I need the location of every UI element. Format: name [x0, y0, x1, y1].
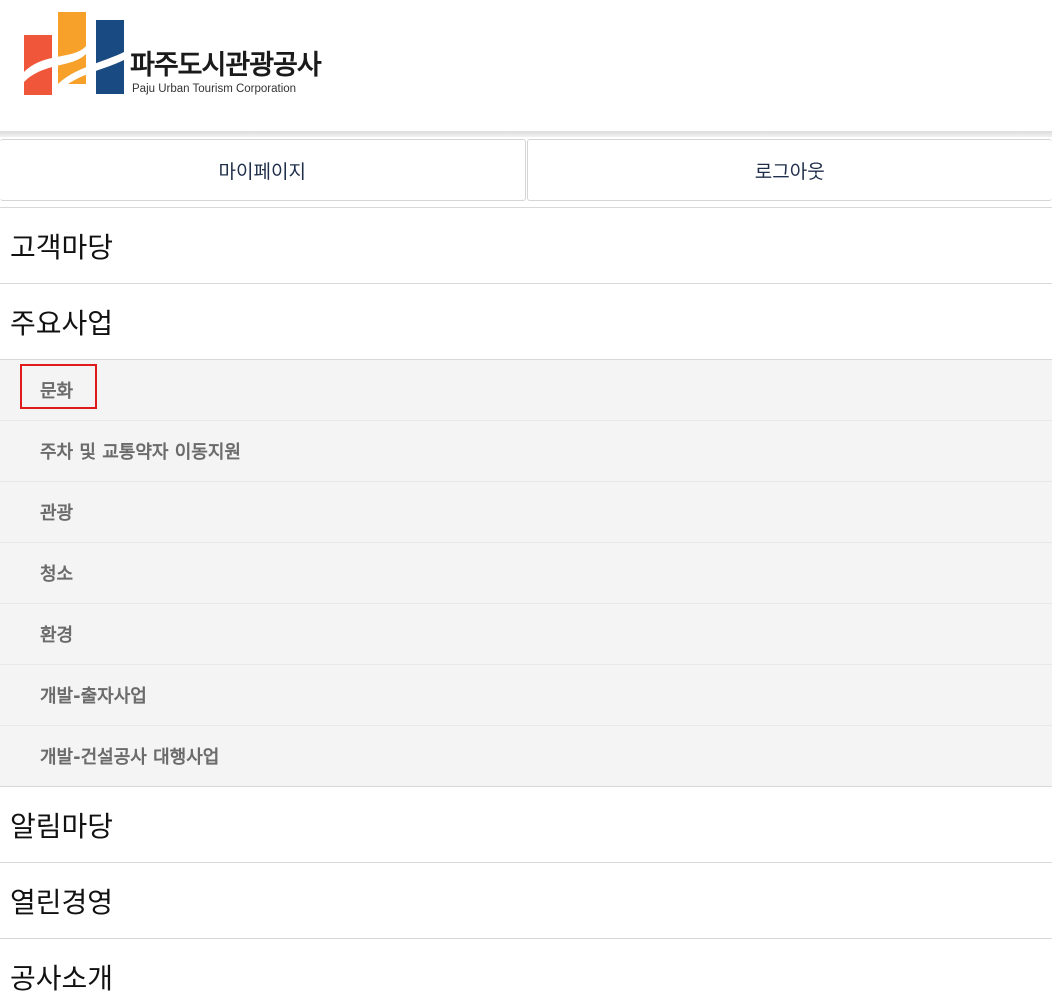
submenu-item-label: 환경	[40, 625, 74, 646]
submenu-business: 문화 주차 및 교통약자 이동지원 관광 청소 환경 개발-출자사업 개발-건설…	[0, 360, 1052, 787]
logo-korean-text: 파주도시관광공사	[130, 50, 322, 81]
submenu-item-development-investment[interactable]: 개발-출자사업	[0, 665, 1052, 726]
header-divider	[0, 131, 1052, 137]
menu-item-business[interactable]: 주요사업	[0, 284, 1052, 360]
top-button-bar: 마이페이지 로그아웃	[0, 139, 1052, 205]
submenu-item-label: 관광	[40, 503, 74, 524]
menu-item-notice[interactable]: 알림마당	[0, 787, 1052, 863]
submenu-item-label: 개발-건설공사 대행사업	[40, 747, 220, 768]
menu-item-customer[interactable]: 고객마당	[0, 208, 1052, 284]
page: 파주도시관광공사 Paju Urban Tourism Corporation …	[0, 0, 1052, 1007]
logout-button[interactable]: 로그아웃	[526, 139, 1052, 201]
menu-item-about[interactable]: 공사소개	[0, 939, 1052, 1007]
submenu-item-label: 개발-출자사업	[40, 686, 147, 707]
submenu-item-label: 청소	[40, 564, 74, 585]
logo-english-text: Paju Urban Tourism Corporation	[132, 83, 297, 95]
submenu-item-parking-transport[interactable]: 주차 및 교통약자 이동지원	[0, 421, 1052, 482]
submenu-item-cleaning[interactable]: 청소	[0, 543, 1052, 604]
menu-item-management[interactable]: 열린경영	[0, 863, 1052, 939]
logo-link[interactable]: 파주도시관광공사 Paju Urban Tourism Corporation	[24, 12, 344, 98]
submenu-item-tourism[interactable]: 관광	[0, 482, 1052, 543]
main-menu: 고객마당 주요사업 문화 주차 및 교통약자 이동지원 관광 청소 환경 개발-…	[0, 207, 1052, 1007]
submenu-item-label: 주차 및 교통약자 이동지원	[40, 442, 241, 463]
mypage-button[interactable]: 마이페이지	[0, 139, 526, 201]
submenu-item-environment[interactable]: 환경	[0, 604, 1052, 665]
header: 파주도시관광공사 Paju Urban Tourism Corporation	[0, 0, 1052, 131]
submenu-item-culture[interactable]: 문화	[0, 360, 1052, 421]
submenu-item-development-construction[interactable]: 개발-건설공사 대행사업	[0, 726, 1052, 786]
highlight-box	[20, 364, 97, 409]
logo-mark-icon	[24, 12, 124, 95]
